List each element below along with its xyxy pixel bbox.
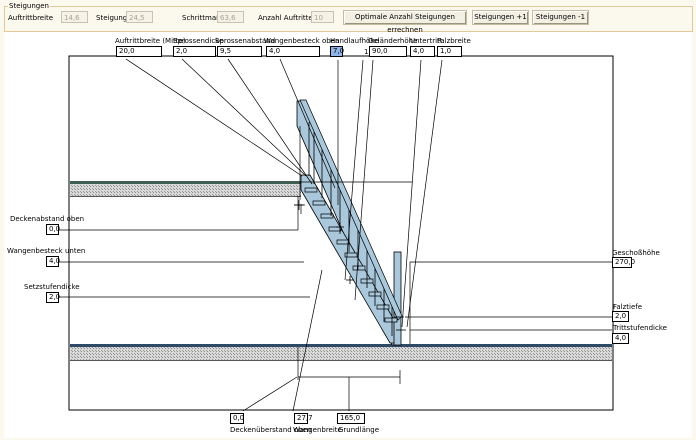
deckenabstand-oben-input[interactable]: 0,0 — [46, 224, 60, 235]
wangenbesteck-oben-label: Wangenbesteck oben — [264, 37, 340, 45]
falztiefe-input[interactable]: 2,0 — [612, 311, 629, 322]
geschosshoehe-input[interactable]: 270,0 — [612, 257, 635, 268]
auftrittbreite-mitte-input[interactable]: 20,0 — [116, 46, 162, 57]
sprossendicke-input[interactable]: 2,0 — [173, 46, 216, 57]
wangenbesteck-oben-input[interactable]: 4,0 — [266, 46, 320, 57]
deckenabstand-oben-label: Deckenabstand oben — [10, 215, 85, 223]
handlaufhoehe-input[interactable]: 7,0 — [330, 46, 344, 57]
wangenbesteck-unten-label: Wangenbesteck unten — [7, 247, 86, 255]
gelaenderhoehe-prefix: 1 — [364, 48, 369, 56]
setzstufendicke-label: Setzstufendicke — [24, 283, 80, 291]
upper-slab — [70, 181, 301, 197]
falztiefe-label: Falztiefe — [613, 303, 643, 311]
grundlaenge-input[interactable]: 165,0 — [337, 413, 365, 424]
deckenueberstand-oben-input[interactable]: 0,0 — [230, 413, 244, 424]
lower-slab — [70, 344, 612, 361]
wangenbesteck-unten-input[interactable]: 4,0 — [46, 256, 60, 267]
sprossenabstand-input[interactable]: 9,5 — [217, 46, 262, 57]
untertritt-input[interactable]: 4,0 — [410, 46, 435, 57]
falzbreite-label: Falzbreite — [437, 37, 471, 45]
wangenbreite-input[interactable]: 27,7 — [294, 413, 313, 424]
trittstufendicke-input[interactable]: 4,0 — [612, 333, 629, 344]
wangenbreite-label: Wangenbreite — [293, 426, 342, 434]
grundlaenge-label: Grundlänge — [338, 426, 380, 434]
trittstufendicke-label: Trittstufendicke — [613, 324, 667, 332]
setzstufendicke-input[interactable]: 2,0 — [46, 292, 60, 303]
geschosshoehe-label: Geschoßhöhe — [612, 249, 660, 257]
gelaenderhoehe-input[interactable]: 90,0 — [369, 46, 407, 57]
stair-section-drawing — [57, 55, 614, 412]
falzbreite-input[interactable]: 1,0 — [437, 46, 462, 57]
